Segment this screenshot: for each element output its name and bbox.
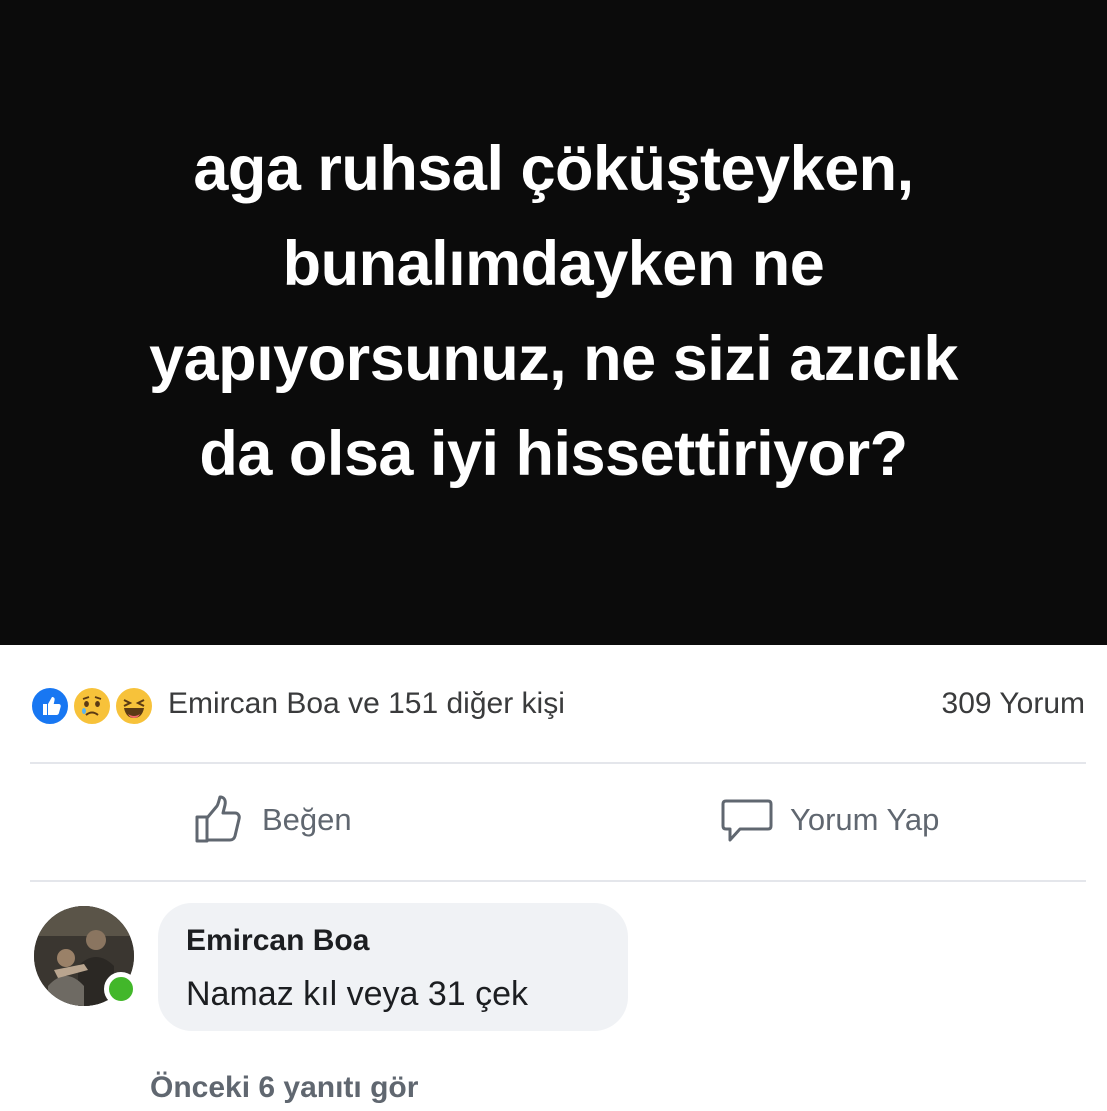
comment-author[interactable]: Emircan Boa bbox=[186, 923, 369, 959]
reactions-row: Emircan Boa ve 151 diğer kişi 309 Yorum bbox=[0, 672, 1107, 736]
post-text-line: yapıyorsunuz, ne sizi azıcık bbox=[149, 323, 958, 394]
thumbs-up-icon bbox=[195, 795, 241, 843]
comment-bubble[interactable]: Emircan Boa Namaz kıl veya 31 çek bbox=[158, 903, 628, 1031]
like-button[interactable]: Beğen bbox=[192, 792, 352, 848]
post-text-line: aga ruhsal çöküşteyken, bbox=[193, 133, 914, 204]
comment-icon bbox=[721, 799, 773, 842]
divider bbox=[30, 880, 1086, 882]
haha-icon bbox=[114, 686, 154, 726]
online-status-dot bbox=[104, 972, 138, 1006]
comment-text: Namaz kıl veya 31 çek bbox=[186, 975, 529, 1013]
like-icon bbox=[30, 686, 70, 726]
post-image[interactable]: aga ruhsal çöküşteyken, bunalımdayken ne… bbox=[0, 0, 1107, 645]
comment-button-label: Yorum Yap bbox=[790, 802, 940, 837]
post-text-line: bunalımdayken ne bbox=[282, 228, 825, 299]
post-text-line: da olsa iyi hissettiriyor? bbox=[199, 418, 908, 489]
sad-icon bbox=[72, 686, 112, 726]
comment-button[interactable]: Yorum Yap bbox=[720, 792, 939, 848]
reactors-summary[interactable]: Emircan Boa ve 151 diğer kişi bbox=[168, 686, 565, 722]
reaction-icons[interactable] bbox=[30, 686, 160, 726]
post-image-text: aga ruhsal çöküşteyken, bunalımdayken ne… bbox=[54, 122, 1054, 502]
view-previous-replies-link[interactable]: Önceki 6 yanıtı gör bbox=[150, 1068, 418, 1108]
comment-count[interactable]: 309 Yorum bbox=[942, 686, 1085, 722]
like-button-label: Beğen bbox=[262, 802, 352, 837]
divider bbox=[30, 762, 1086, 764]
